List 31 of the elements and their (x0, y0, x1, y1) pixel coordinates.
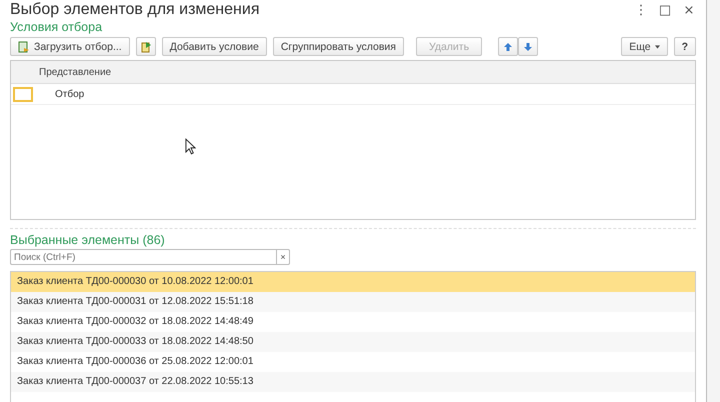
column-header[interactable]: Представление (39, 66, 112, 78)
list-item[interactable]: Заказ клиента ТД00-000036 от 25.08.2022 12:00:01 (11, 352, 695, 372)
search-field[interactable]: Поиск (Ctrl+F) (10, 249, 276, 265)
close-button[interactable]: × (680, 2, 698, 18)
mouse-cursor-icon (185, 138, 196, 155)
more-menu-button[interactable]: Еще (621, 37, 668, 56)
export-button[interactable] (136, 37, 156, 56)
add-condition-button[interactable]: Добавить условие (162, 37, 267, 56)
load-filter-button[interactable]: Загрузить отбор... (10, 37, 130, 56)
list-item[interactable]: Заказ клиента ТД00-000037 от 22.08.2022 10:55:13 (11, 372, 695, 392)
move-up-button[interactable] (498, 37, 518, 56)
table-cell[interactable]: Отбор (55, 88, 84, 100)
help-button[interactable]: ? (674, 37, 696, 56)
list-item[interactable]: Заказ клиента ТД00-000033 от 18.08.2022 14:48:50 (11, 332, 695, 352)
row-checkbox[interactable] (13, 86, 33, 102)
section-title: Условия отбора (10, 20, 102, 34)
up-arrow-icon (503, 42, 514, 52)
clear-button[interactable]: × (276, 249, 290, 265)
document-icon (140, 40, 152, 52)
group-conditions-button[interactable]: Сгруппировать условия (272, 37, 404, 56)
window-title: Выбор элементов для изменения (10, 1, 260, 19)
list-item[interactable]: Заказ клиента ТД00-000032 от 18.08.2022 14:48:49 (11, 312, 695, 332)
caret-icon (654, 44, 660, 48)
list-item[interactable]: Заказ клиента ТД00-000030 от 10.08.2022 12:00:01 (11, 272, 695, 292)
list-item[interactable]: Заказ клиента ТД00-000031 от 12.08.2022 15:51:18 (11, 292, 695, 312)
maximize-button[interactable]: □ (656, 2, 674, 18)
more-button[interactable]: ⋮ (632, 2, 650, 18)
document-icon (18, 40, 30, 52)
section-title: Выбранные элементы (86) (10, 233, 165, 247)
move-down-button[interactable] (518, 37, 538, 56)
down-arrow-icon (523, 42, 534, 52)
